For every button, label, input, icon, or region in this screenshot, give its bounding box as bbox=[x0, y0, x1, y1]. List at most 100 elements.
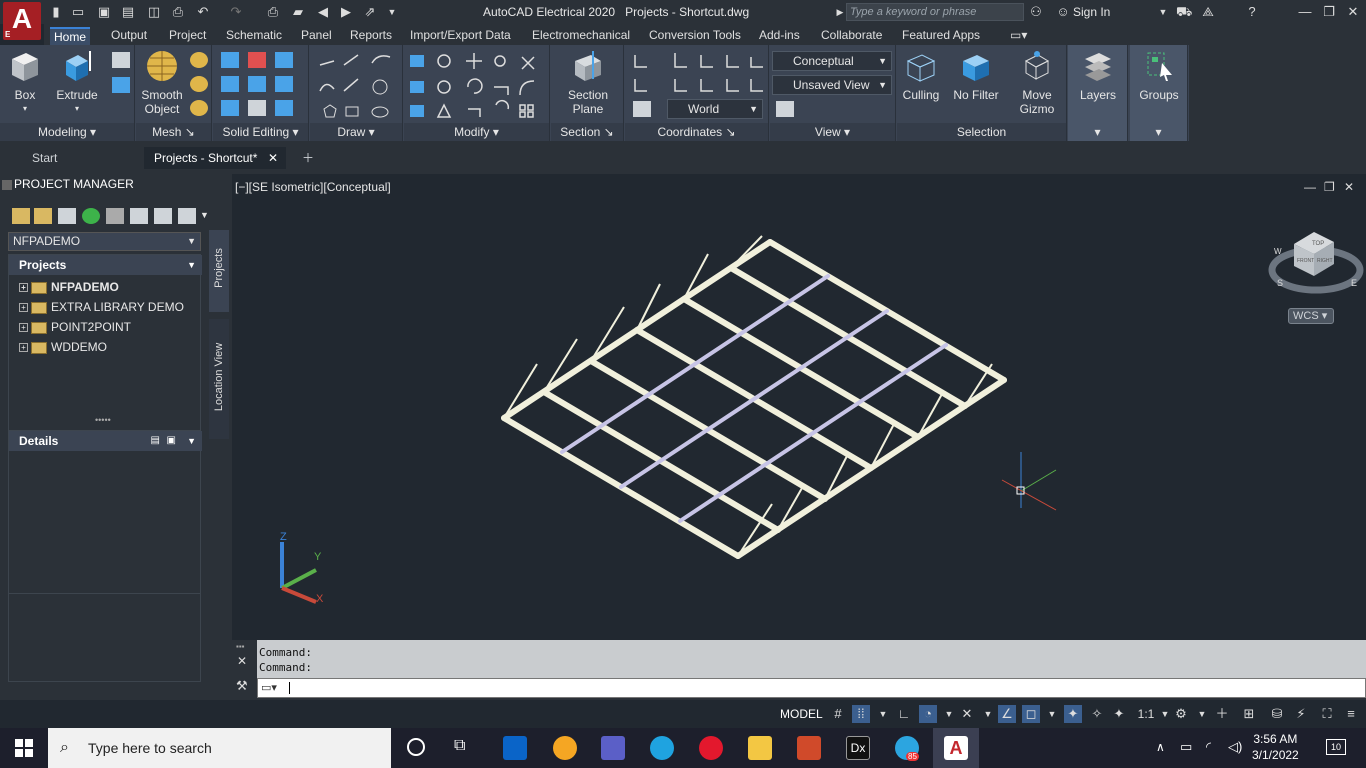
tab-import-export[interactable]: Import/Export Data bbox=[406, 27, 515, 45]
tab-schematic[interactable]: Schematic bbox=[222, 27, 286, 45]
panel-title-modify[interactable]: Modify ▾ bbox=[404, 123, 549, 141]
binoculars-icon[interactable]: ⚇ bbox=[1028, 4, 1044, 20]
teams-icon[interactable] bbox=[601, 736, 625, 760]
modify-tools-icons[interactable] bbox=[408, 51, 548, 121]
isodraft-dropdown-icon[interactable]: ▼ bbox=[979, 705, 997, 723]
ribbon-options-icon[interactable]: ▭▾ bbox=[1006, 27, 1031, 45]
tab-home[interactable]: Home bbox=[50, 27, 91, 45]
model-space-button[interactable]: MODEL bbox=[777, 704, 826, 724]
project-item[interactable]: + NFPADEMO bbox=[19, 278, 119, 296]
annotation-visibility-icon[interactable]: ✦ bbox=[1064, 705, 1082, 723]
saved-view-dropdown[interactable]: Unsaved View ▼ bbox=[772, 75, 892, 95]
tab-conversion-tools[interactable]: Conversion Tools bbox=[645, 27, 745, 45]
notification-center-icon[interactable]: 10 bbox=[1326, 739, 1346, 755]
task-view-icon[interactable]: ⧉ bbox=[454, 737, 465, 755]
share-icon[interactable]: ⇗ bbox=[362, 4, 378, 20]
close-icon[interactable]: ✕ bbox=[1342, 3, 1364, 21]
viewport-controls[interactable]: [−][SE Isometric][Conceptual] bbox=[235, 180, 391, 194]
customize-qat-icon[interactable]: ▼ bbox=[384, 4, 400, 20]
restore-icon[interactable]: ❐ bbox=[1318, 3, 1340, 21]
taskbar-clock[interactable]: 3:56 AM 3/1/2022 bbox=[1252, 731, 1299, 763]
ucs-icon-properties[interactable] bbox=[633, 101, 651, 117]
project-properties-icon[interactable] bbox=[106, 208, 124, 224]
object-snap-icon[interactable]: ◻ bbox=[1022, 705, 1040, 723]
clean-screen-icon[interactable]: ⛶ bbox=[1318, 705, 1336, 723]
ucs-tools-icons[interactable] bbox=[631, 51, 767, 97]
autocad-taskbar-button[interactable]: A bbox=[933, 728, 979, 768]
groups-expand-icon[interactable]: ▾ bbox=[1130, 123, 1187, 141]
polar-tracking-icon[interactable]: ◔ bbox=[919, 705, 937, 723]
new-icon[interactable]: ▮ bbox=[48, 4, 64, 20]
cart-icon[interactable]: ⛟ bbox=[1176, 4, 1192, 20]
groups-button[interactable]: Groups bbox=[1136, 49, 1182, 102]
snap-dropdown-icon[interactable]: ▼ bbox=[874, 705, 892, 723]
drawing-viewport[interactable]: [−][SE Isometric][Conceptual] — ❐ ✕ TOP … bbox=[232, 174, 1366, 640]
osnap-dropdown-icon[interactable]: ▼ bbox=[1043, 705, 1061, 723]
print-icon[interactable]: ⎙ bbox=[265, 4, 281, 20]
redo-icon[interactable]: ↷ bbox=[228, 4, 244, 20]
tab-panel[interactable]: Panel bbox=[297, 27, 336, 45]
layers-button[interactable]: Layers bbox=[1074, 49, 1122, 102]
battery-icon[interactable]: ▭ bbox=[1180, 739, 1192, 755]
auto-scale-icon[interactable]: ✧ bbox=[1088, 705, 1106, 723]
ucs-dropdown[interactable]: World ▼ bbox=[667, 99, 763, 119]
annotation-scale-value[interactable]: 1:1 bbox=[1134, 705, 1158, 723]
new-tab-icon[interactable]: ＋ bbox=[292, 147, 324, 169]
new-project-icon[interactable] bbox=[34, 208, 52, 224]
folder-icon[interactable]: ▰ bbox=[290, 4, 306, 20]
annotation-monitor-icon[interactable]: ＋ bbox=[1213, 705, 1231, 723]
panel-title-section[interactable]: Section ↘ bbox=[551, 123, 623, 141]
close-tab-icon[interactable]: ✕ bbox=[268, 147, 278, 169]
dx-app-icon[interactable]: Dx bbox=[846, 736, 870, 760]
minimize-icon[interactable]: — bbox=[1294, 3, 1316, 21]
drawing-list-icon[interactable] bbox=[130, 208, 148, 224]
powerpoint-icon[interactable] bbox=[797, 736, 821, 760]
current-project-dropdown[interactable]: NFPADEMO ▼ bbox=[8, 232, 201, 251]
forward-icon[interactable]: ▶ bbox=[338, 4, 354, 20]
units-icon[interactable]: ⊞ bbox=[1240, 705, 1258, 723]
application-menu-button[interactable]: AE bbox=[3, 2, 41, 40]
details-list-icon[interactable]: ▤ bbox=[151, 431, 160, 451]
web-mobile-icon[interactable]: ◫ bbox=[146, 4, 162, 20]
panel-title-coordinates[interactable]: Coordinates ↘ bbox=[625, 123, 768, 141]
box-button[interactable]: Box ▾ bbox=[6, 49, 44, 116]
command-prompt-icon[interactable]: ▭▾ bbox=[261, 681, 277, 694]
culling-button[interactable]: Culling bbox=[899, 49, 943, 102]
vertical-tab-projects[interactable]: Projects bbox=[209, 230, 229, 312]
publish-icon[interactable] bbox=[154, 208, 172, 224]
file-explorer-icon[interactable] bbox=[748, 736, 772, 760]
vertical-tab-location-view[interactable]: Location View bbox=[209, 319, 229, 439]
mail-app-icon[interactable] bbox=[553, 736, 577, 760]
autodesk-app-icon[interactable]: ⟁ bbox=[1200, 4, 1216, 20]
tab-add-ins[interactable]: Add-ins bbox=[755, 27, 804, 45]
sign-in-dropdown-icon[interactable]: ▼ bbox=[1155, 4, 1171, 20]
panel-title-draw[interactable]: Draw ▾ bbox=[310, 123, 402, 141]
visual-style-dropdown[interactable]: Conceptual ▼ bbox=[772, 51, 892, 71]
user-icon[interactable]: ☺ bbox=[1055, 4, 1071, 20]
edge-icon[interactable] bbox=[650, 736, 674, 760]
command-input[interactable]: ▭▾ bbox=[257, 678, 1366, 698]
back-icon[interactable]: ◀ bbox=[315, 4, 331, 20]
pm-toolbar-dropdown-icon[interactable]: ▼ bbox=[200, 210, 209, 220]
viewport-close-icon[interactable]: ✕ bbox=[1344, 180, 1354, 194]
tab-reports[interactable]: Reports bbox=[346, 27, 396, 45]
details-preview-icon[interactable]: ▣ bbox=[167, 431, 176, 451]
panel-title-modeling[interactable]: Modeling ▾ bbox=[0, 123, 134, 141]
polysolid-icon[interactable] bbox=[112, 52, 130, 68]
file-tab-projects[interactable]: Projects - Shortcut* ✕ bbox=[144, 147, 286, 169]
details-section-header[interactable]: Details ▼ ▣ ▤ bbox=[9, 431, 202, 451]
tab-featured-apps[interactable]: Featured Apps bbox=[898, 27, 984, 45]
help-search-input[interactable]: Type a keyword or phrase bbox=[846, 3, 1024, 21]
undo-icon[interactable]: ↶ bbox=[195, 4, 211, 20]
workspace-gear-icon[interactable]: ⚙ bbox=[1172, 705, 1190, 723]
tab-output[interactable]: Output bbox=[107, 27, 151, 45]
mesh-smooth-more-icon[interactable] bbox=[190, 52, 208, 68]
extrude-button[interactable]: Extrude ▾ bbox=[54, 49, 100, 116]
thicken-icon[interactable] bbox=[275, 76, 293, 92]
help-icon[interactable]: ? bbox=[1244, 4, 1260, 20]
slice-icon[interactable] bbox=[248, 76, 266, 92]
intersect-icon[interactable] bbox=[221, 76, 239, 92]
polar-dropdown-icon[interactable]: ▼ bbox=[940, 705, 958, 723]
cortana-icon[interactable] bbox=[407, 738, 425, 756]
viewport-minimize-icon[interactable]: — bbox=[1304, 180, 1316, 194]
